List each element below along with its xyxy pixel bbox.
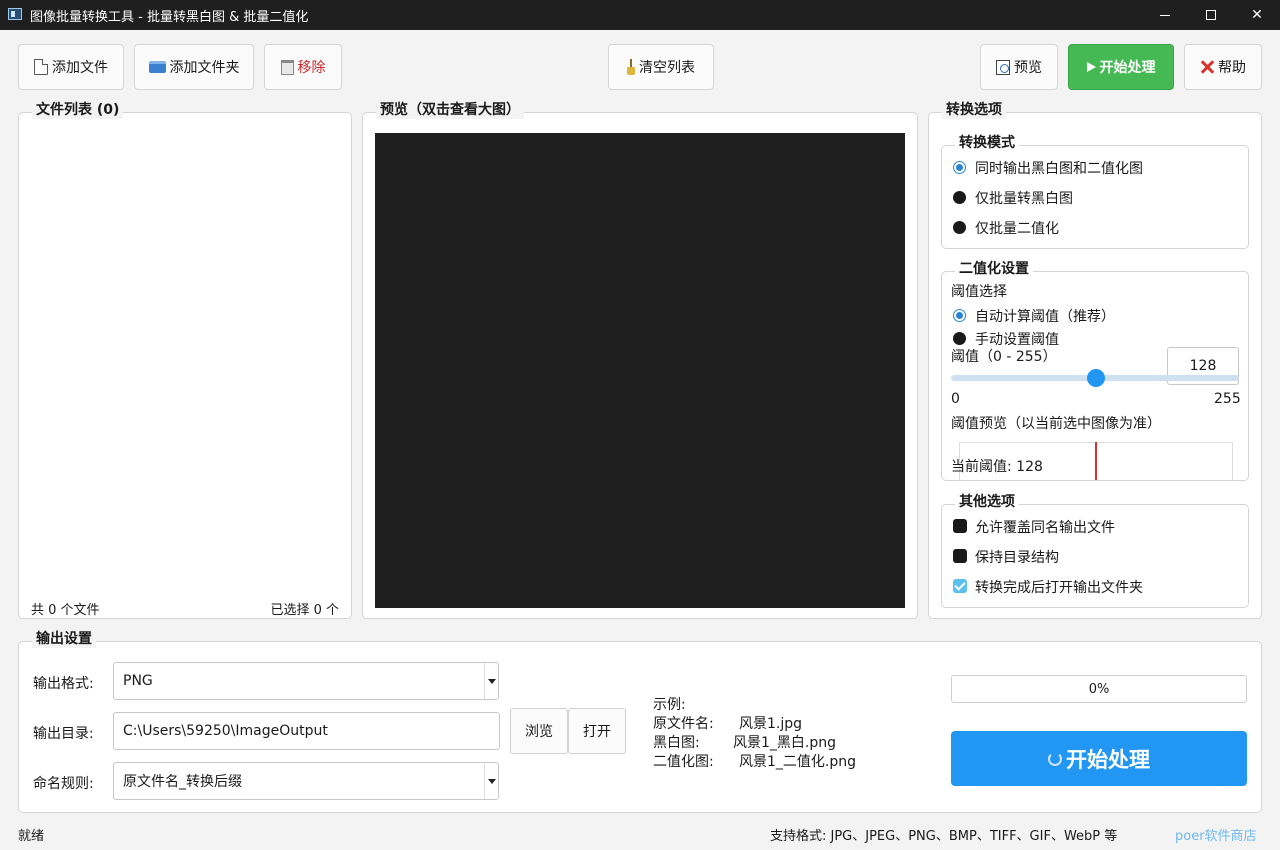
remove-button[interactable]: 移除: [264, 44, 342, 90]
clear-list-label: 清空列表: [639, 60, 695, 76]
play-icon: [1086, 62, 1096, 72]
mode-title: 转换模式: [955, 134, 1019, 152]
mode-option-label: 仅批量转黑白图: [975, 191, 1073, 207]
chevron-down-icon: [484, 763, 498, 799]
example-bw-value: 风景1_黑白.png: [733, 735, 837, 751]
start-toolbar-label: 开始处理: [1099, 60, 1156, 76]
keep-structure-checkbox[interactable]: [953, 549, 967, 563]
format-label: 输出格式:: [33, 676, 94, 692]
help-icon: [1200, 60, 1214, 74]
window-title: 图像批量转换工具 - 批量转黑白图 & 批量二值化: [30, 10, 309, 25]
naming-value: 原文件名_转换后缀: [123, 774, 242, 790]
close-button[interactable]: ✕: [1234, 0, 1280, 30]
mode-option-label: 同时输出黑白图和二值化图: [975, 161, 1143, 177]
threshold-preview-label: 阈值预览（以当前选中图像为准）: [951, 416, 1161, 432]
minimize-icon: [1160, 14, 1170, 16]
preview-button[interactable]: 预览: [980, 44, 1058, 90]
slider-min-label: 0: [951, 391, 960, 407]
format-select[interactable]: PNG: [113, 662, 499, 700]
keep-structure-label: 保持目录结构: [975, 550, 1059, 566]
preview-title: 预览（双击查看大图）: [376, 101, 524, 119]
output-dir-input[interactable]: C:\Users\59250\ImageOutput: [113, 712, 500, 750]
other-options-title: 其他选项: [955, 493, 1019, 511]
binarize-title: 二值化设置: [955, 260, 1033, 278]
folder-icon: [148, 61, 166, 73]
close-icon: ✕: [1251, 7, 1263, 23]
trash-icon: [280, 59, 294, 75]
radio-selected[interactable]: [953, 161, 966, 174]
add-file-label: 添加文件: [52, 60, 108, 76]
remove-label: 移除: [297, 60, 326, 76]
example-bin-value: 风景1_二值化.png: [739, 754, 857, 770]
add-folder-label: 添加文件夹: [169, 60, 240, 76]
clear-list-button[interactable]: 清空列表: [608, 44, 714, 90]
maximize-icon: [1206, 10, 1216, 20]
open-dir-button[interactable]: 打开: [568, 708, 626, 754]
threshold-slider[interactable]: [951, 369, 1239, 387]
example-bin-label: 二值化图:: [653, 754, 714, 770]
start-processing-label: 开始处理: [1066, 747, 1150, 772]
format-value: PNG: [123, 673, 153, 689]
slider-handle[interactable]: [1086, 369, 1105, 387]
sync-icon: [1048, 751, 1062, 766]
file-total: 共 0 个文件: [31, 603, 100, 618]
threshold-auto-label: 自动计算阈值（推荐）: [975, 309, 1115, 325]
dir-label: 输出目录:: [33, 726, 94, 742]
file-selected-count: 已选择 0 个: [270, 603, 339, 618]
threshold-select-label: 阈值选择: [951, 284, 1007, 300]
naming-select[interactable]: 原文件名_转换后缀: [113, 762, 499, 800]
maximize-button[interactable]: [1188, 0, 1234, 30]
open-after-checkbox[interactable]: [953, 579, 967, 593]
status-text: 就绪: [18, 829, 45, 844]
store-link[interactable]: poer软件商店: [1175, 825, 1257, 844]
radio[interactable]: [953, 191, 966, 204]
radio[interactable]: [953, 332, 966, 345]
options-title: 转换选项: [942, 101, 1006, 119]
chevron-down-icon: [484, 663, 498, 699]
app-icon: [8, 8, 22, 20]
example-title: 示例:: [653, 697, 686, 713]
file-list[interactable]: [19, 122, 351, 577]
open-after-label: 转换完成后打开输出文件夹: [975, 580, 1143, 596]
add-file-button[interactable]: 添加文件: [18, 44, 124, 90]
example-original-label: 原文件名:: [653, 716, 714, 732]
file-list-title: 文件列表 (0): [32, 101, 124, 119]
file-icon: [34, 59, 48, 75]
radio[interactable]: [953, 221, 966, 234]
slider-max-label: 255: [1214, 391, 1241, 407]
threshold-range-label: 阈值（0 - 255）: [951, 349, 1057, 365]
preview-label: 预览: [1014, 60, 1042, 76]
mode-option-label: 仅批量二值化: [975, 221, 1059, 237]
naming-label: 命名规则:: [33, 776, 94, 792]
start-toolbar-button[interactable]: 开始处理: [1068, 44, 1174, 90]
overwrite-label: 允许覆盖同名输出文件: [975, 520, 1115, 536]
preview-icon: [996, 59, 1010, 75]
threshold-line: [1095, 442, 1097, 480]
progress-bar: 0%: [951, 675, 1247, 703]
progress-text: 0%: [1088, 681, 1110, 697]
output-title: 输出设置: [32, 630, 96, 648]
broom-icon: [627, 59, 635, 75]
minimize-button[interactable]: [1142, 0, 1188, 30]
overwrite-checkbox[interactable]: [953, 519, 967, 533]
example-bw-label: 黑白图:: [653, 735, 700, 751]
radio-selected[interactable]: [953, 309, 966, 322]
title-bar: 图像批量转换工具 - 批量转黑白图 & 批量二值化 ✕: [0, 0, 1280, 30]
example-original-value: 风景1.jpg: [739, 716, 803, 732]
start-processing-button[interactable]: 开始处理: [951, 731, 1247, 786]
add-folder-button[interactable]: 添加文件夹: [134, 44, 254, 90]
preview-canvas[interactable]: [375, 133, 905, 608]
help-label: 帮助: [1218, 60, 1246, 76]
current-threshold-label: 当前阈值: 128: [951, 459, 1043, 475]
browse-button[interactable]: 浏览: [510, 708, 568, 754]
help-button[interactable]: 帮助: [1184, 44, 1262, 90]
supported-formats: 支持格式: JPG、JPEG、PNG、BMP、TIFF、GIF、WebP 等: [770, 829, 1118, 844]
